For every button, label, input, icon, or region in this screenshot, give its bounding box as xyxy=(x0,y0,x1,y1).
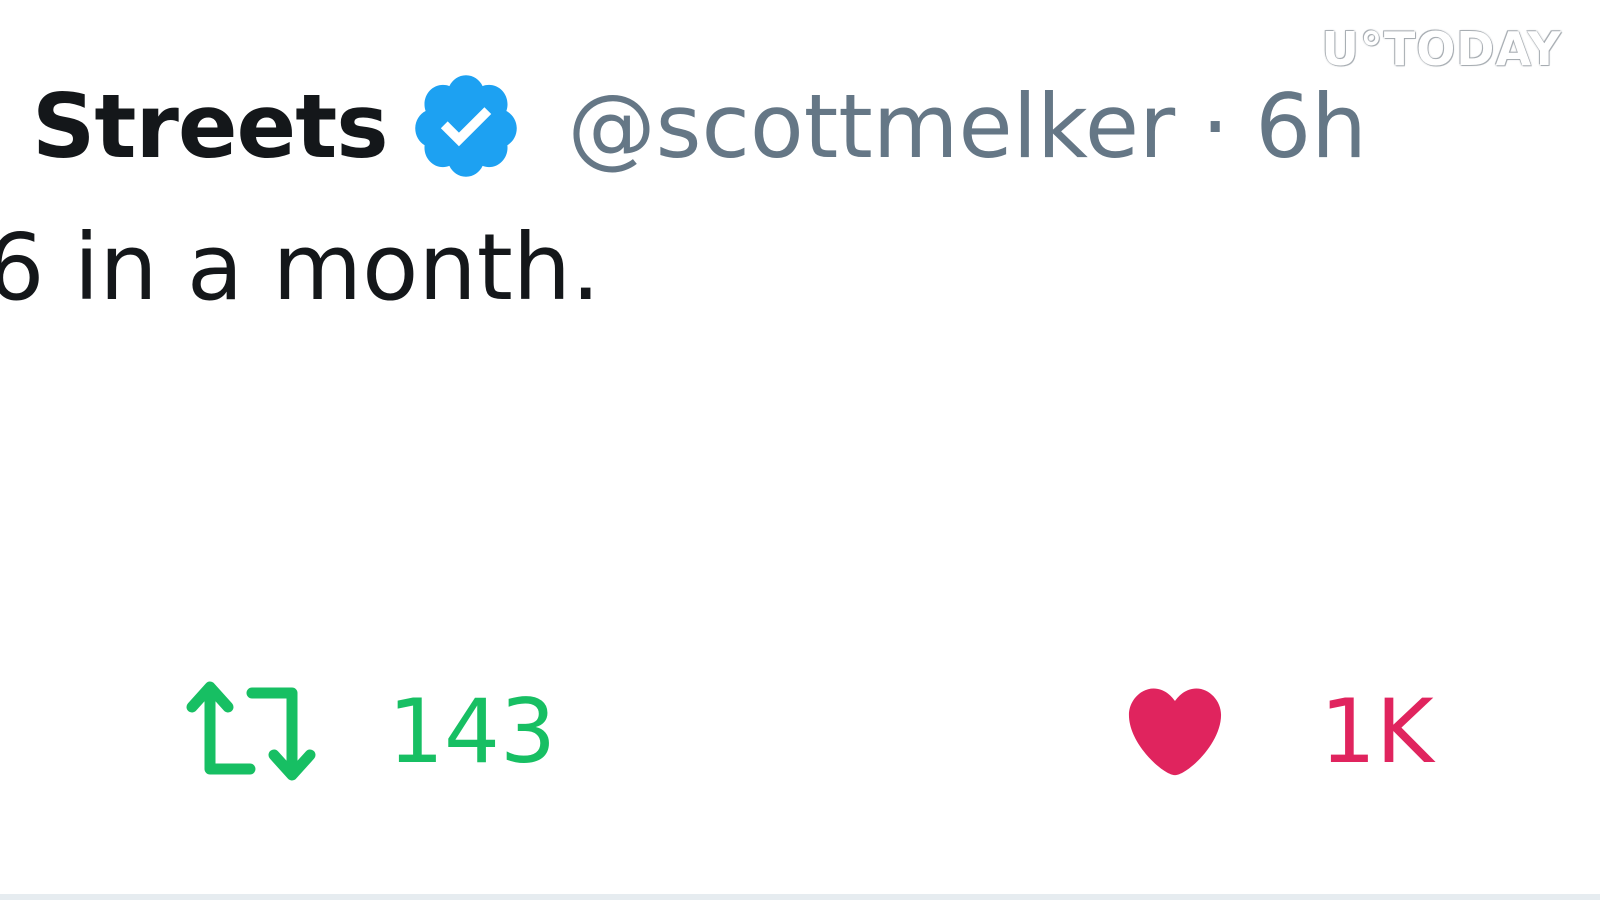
retweet-count: 143 xyxy=(388,679,556,783)
retweet-icon xyxy=(186,679,316,783)
tweet-timestamp[interactable]: 6h xyxy=(1255,75,1367,178)
heart-icon xyxy=(1120,676,1230,786)
author-handle[interactable]: @scottmelker xyxy=(568,75,1176,178)
author-display-name[interactable]: Streets xyxy=(32,75,389,178)
retweet-button[interactable]: 143 xyxy=(186,676,556,786)
like-button[interactable]: 1K xyxy=(1120,676,1434,786)
tweet-header: Streets @scottmelker · 6h xyxy=(32,66,1367,186)
verified-badge-icon xyxy=(408,68,524,184)
tweet-text: 6 in a month. xyxy=(0,214,601,321)
separator-dot: · xyxy=(1201,74,1230,178)
tweet-divider xyxy=(0,894,1600,900)
like-count: 1K xyxy=(1320,679,1434,783)
